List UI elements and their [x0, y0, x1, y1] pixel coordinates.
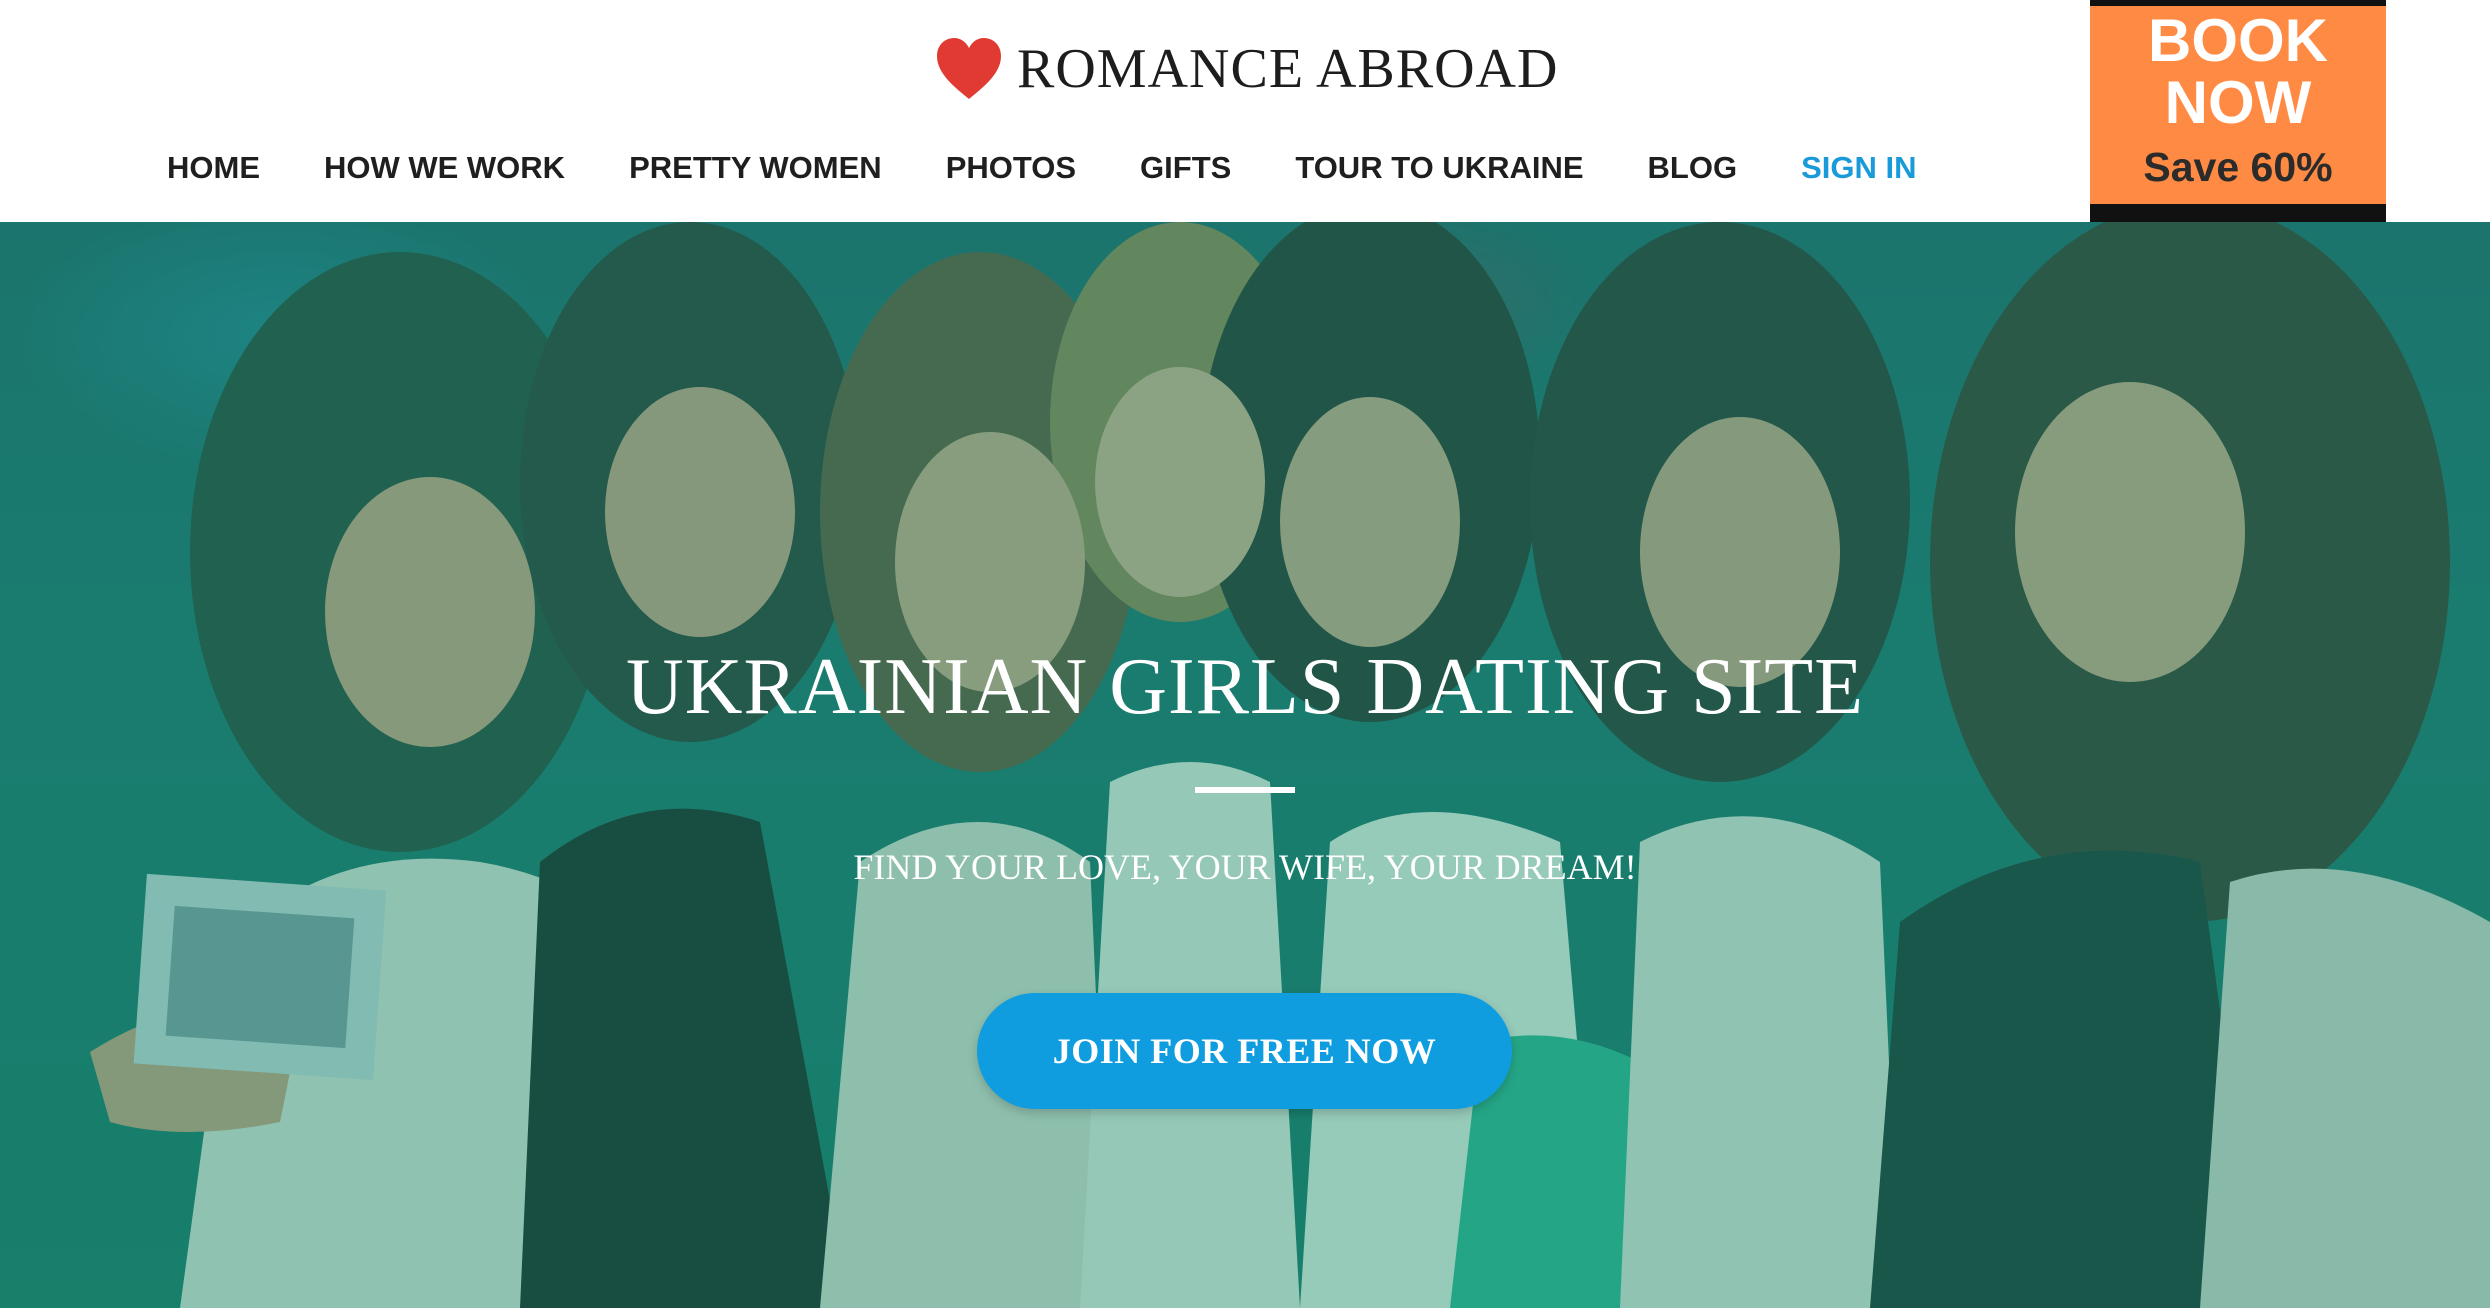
nav-pretty-women[interactable]: PRETTY WOMEN — [629, 150, 882, 186]
save-percent-label: Save 60% — [2143, 144, 2333, 190]
hero-color-overlay — [0, 222, 2490, 1308]
book-label: BOOK — [2148, 7, 2328, 74]
hero-divider — [1195, 787, 1295, 793]
nav-home[interactable]: HOME — [167, 150, 260, 186]
nav-photos[interactable]: PHOTOS — [946, 150, 1076, 186]
main-nav: HOME HOW WE WORK PRETTY WOMEN PHOTOS GIF… — [167, 143, 1916, 193]
heart-icon — [937, 38, 1001, 99]
nav-gifts[interactable]: GIFTS — [1140, 150, 1231, 186]
nav-tour-to-ukraine[interactable]: TOUR TO UKRAINE — [1295, 150, 1583, 186]
join-for-free-button[interactable]: JOIN FOR FREE NOW — [977, 993, 1512, 1109]
nav-how-we-work[interactable]: HOW WE WORK — [324, 150, 565, 186]
hero-subtitle: FIND YOUR LOVE, YOUR WIFE, YOUR DREAM! — [853, 847, 1637, 887]
hero-section: UKRAINIAN GIRLS DATING SITE FIND YOUR LO… — [0, 222, 2490, 1308]
now-label: NOW — [2164, 69, 2312, 136]
nav-sign-in[interactable]: SIGN IN — [1801, 150, 1916, 186]
nav-blog[interactable]: BLOG — [1648, 150, 1738, 186]
hero-title: UKRAINIAN GIRLS DATING SITE — [625, 643, 1864, 731]
brand-name: ROMANCE ABROAD — [1017, 38, 1559, 100]
book-now-badge[interactable]: BOOK NOW Save 60% — [2090, 0, 2386, 222]
site-logo[interactable]: ROMANCE ABROAD — [935, 34, 1558, 104]
